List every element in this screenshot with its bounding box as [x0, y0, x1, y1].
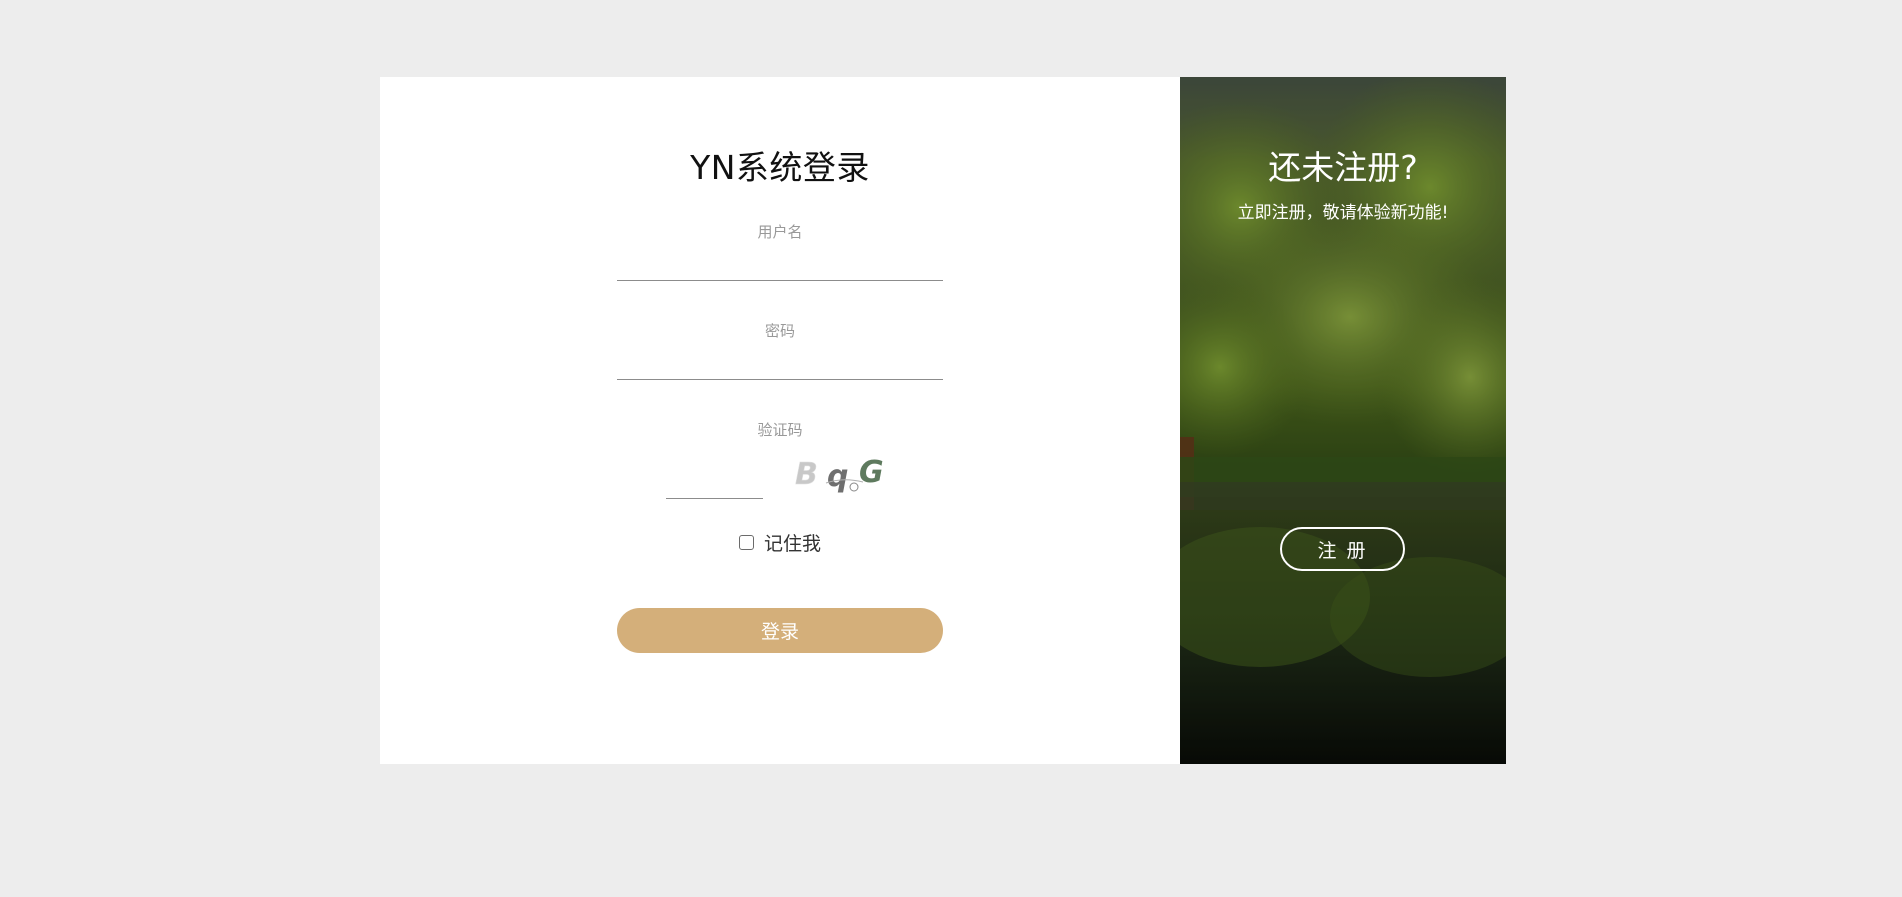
- remember-checkbox[interactable]: [738, 534, 754, 550]
- username-label: 用户名: [757, 223, 803, 241]
- captcha-field: 验证码: [617, 419, 943, 440]
- login-button[interactable]: 登录: [617, 608, 943, 653]
- captcha-input[interactable]: [666, 469, 763, 499]
- register-panel: 还未注册? 立即注册，敬请体验新功能! 注 册: [1180, 77, 1506, 764]
- remember-row: 记住我: [380, 529, 1180, 556]
- login-panel: YN系统登录 用户名 密码 验证码 B q G 记住我 登录: [380, 77, 1180, 764]
- captcha-row: B q G: [666, 446, 906, 501]
- svg-text:G: G: [859, 455, 884, 490]
- password-label: 密码: [764, 322, 795, 340]
- captcha-image[interactable]: B q G: [793, 453, 893, 495]
- login-title: YN系统登录: [690, 148, 870, 187]
- svg-text:B: B: [795, 457, 818, 492]
- username-input[interactable]: [617, 251, 943, 281]
- password-field: 密码: [617, 320, 943, 380]
- svg-text:q: q: [827, 459, 848, 494]
- page: YN系统登录 用户名 密码 验证码 B q G 记住我 登录 还未注册? 立即注…: [0, 0, 1902, 897]
- register-subtitle: 立即注册，敬请体验新功能!: [1237, 203, 1449, 223]
- remember-label[interactable]: 记住我: [764, 529, 821, 556]
- login-card: YN系统登录 用户名 密码 验证码 B q G 记住我 登录 还未注册? 立即注…: [380, 77, 1506, 764]
- captcha-label: 验证码: [757, 421, 803, 439]
- register-button[interactable]: 注 册: [1280, 527, 1405, 571]
- password-input[interactable]: [617, 350, 943, 380]
- register-title: 还未注册?: [1268, 148, 1418, 187]
- username-field: 用户名: [617, 221, 943, 281]
